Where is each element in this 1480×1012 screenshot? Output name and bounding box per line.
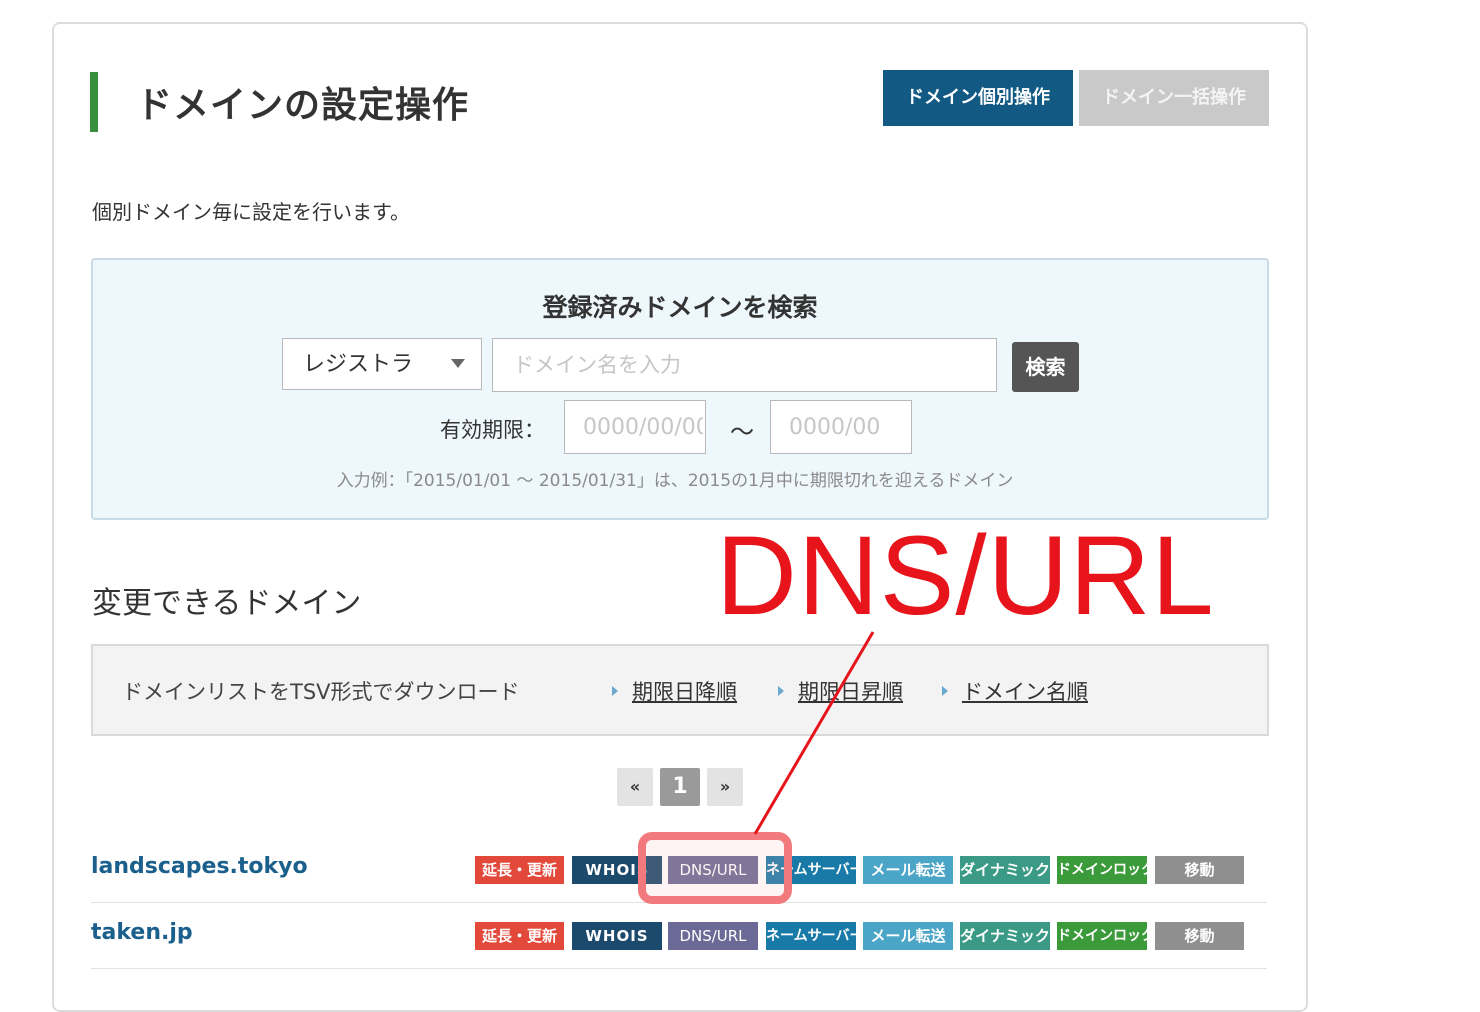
expiry-to-input[interactable] — [770, 400, 912, 454]
registrar-select[interactable]: レジストラ — [282, 338, 482, 390]
pagination-current[interactable]: 1 — [660, 768, 700, 806]
expiry-label: 有効期限： — [440, 418, 545, 442]
registrar-select-value: レジストラ — [303, 352, 414, 377]
whois-button[interactable]: WHOIS — [572, 922, 662, 950]
mail-forward-button[interactable]: メール転送 — [863, 856, 953, 884]
search-button[interactable]: 検索 — [1012, 342, 1079, 392]
triangle-right-icon — [778, 686, 784, 696]
tab-bulk-operation[interactable]: ドメイン一括操作 — [1079, 70, 1269, 126]
mail-forward-button[interactable]: メール転送 — [863, 922, 953, 950]
transfer-button[interactable]: 移動 — [1155, 922, 1244, 950]
input-example: 入力例：「2015/01/01 ～ 2015/01/31」は、2015の1月中に… — [336, 471, 1014, 491]
domain-row: taken.jp 延長・更新 WHOIS DNS/URL ネームサーバー メール… — [91, 902, 1267, 969]
title-accent-bar — [90, 72, 98, 132]
domain-lock-button[interactable]: ドメインロック — [1057, 856, 1147, 884]
domain-name-link[interactable]: landscapes.tokyo — [91, 854, 308, 879]
transfer-button[interactable]: 移動 — [1155, 856, 1244, 884]
chevron-down-icon — [451, 359, 465, 368]
domain-name-link[interactable]: taken.jp — [91, 920, 193, 945]
domain-search-input[interactable] — [492, 338, 997, 392]
renew-button[interactable]: 延長・更新 — [475, 922, 564, 950]
download-sort-expiry-asc[interactable]: 期限日昇順 — [778, 676, 903, 706]
download-label: ドメインリストをTSV形式でダウンロード — [122, 680, 520, 704]
annotation-label: DNS/URL — [716, 513, 1215, 638]
download-sort-name[interactable]: ドメイン名順 — [942, 676, 1088, 706]
nameserver-button[interactable]: ネームサーバー — [766, 922, 856, 950]
triangle-right-icon — [942, 686, 948, 696]
domain-lock-button[interactable]: ドメインロック — [1057, 922, 1147, 950]
intro-text: 個別ドメイン毎に設定を行います。 — [92, 200, 410, 224]
search-title: 登録済みドメインを検索 — [542, 293, 818, 322]
expiry-from-input[interactable] — [564, 400, 706, 454]
dns-url-button[interactable]: DNS/URL — [668, 922, 758, 950]
pagination-prev[interactable]: « — [617, 768, 653, 806]
pagination-next[interactable]: » — [707, 768, 743, 806]
range-separator: ～ — [730, 418, 754, 446]
triangle-right-icon — [612, 686, 618, 696]
dynamic-dns-button[interactable]: ダイナミック — [960, 856, 1050, 884]
page-title: ドメインの設定操作 — [136, 85, 470, 126]
tab-individual-operation[interactable]: ドメイン個別操作 — [883, 70, 1073, 126]
dynamic-dns-button[interactable]: ダイナミック — [960, 922, 1050, 950]
domains-section-title: 変更できるドメイン — [92, 586, 362, 621]
renew-button[interactable]: 延長・更新 — [475, 856, 564, 884]
annotation-highlight-box — [638, 832, 792, 904]
download-sort-expiry-desc[interactable]: 期限日降順 — [612, 676, 737, 706]
